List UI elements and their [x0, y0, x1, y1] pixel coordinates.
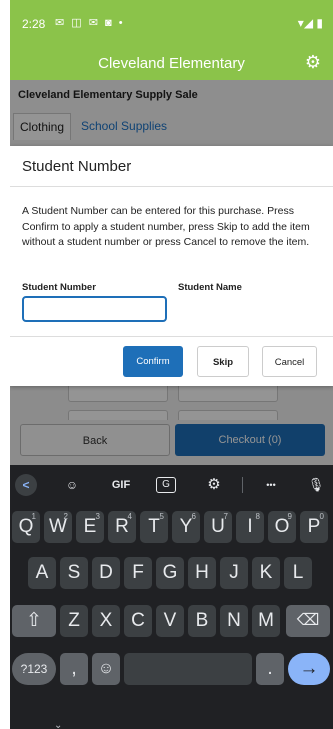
- signal-battery-icons: ▾◢ ▮: [297, 16, 323, 30]
- key-f[interactable]: F: [124, 557, 152, 589]
- phone-screen: 2:28 ✉ ◫ ✉ ◙ • ▾◢ ▮ Cleveland Elementary…: [10, 0, 333, 729]
- key-b[interactable]: B: [188, 605, 216, 637]
- key-a[interactable]: A: [28, 557, 56, 589]
- key-g[interactable]: G: [156, 557, 184, 589]
- enter-key[interactable]: →: [288, 653, 330, 685]
- divider: [10, 336, 333, 337]
- key-comma[interactable]: ,: [60, 653, 88, 685]
- key-c[interactable]: C: [124, 605, 152, 637]
- student-number-label: Student Number: [22, 282, 96, 293]
- key-x[interactable]: X: [92, 605, 120, 637]
- skip-button[interactable]: Skip: [197, 346, 249, 377]
- keyboard-toolbar: < ☺ GIF G ⚙ ••• 🎙: [10, 465, 333, 505]
- key-t[interactable]: T5: [140, 511, 168, 543]
- key-q[interactable]: Q1: [12, 511, 40, 543]
- backspace-icon[interactable]: ⌫: [286, 605, 330, 637]
- status-bar: 2:28 ✉ ◫ ✉ ◙ • ▾◢ ▮: [10, 0, 333, 46]
- translate-icon[interactable]: G: [156, 477, 176, 493]
- gear-icon[interactable]: ⚙: [203, 474, 225, 496]
- key-l[interactable]: L: [284, 557, 312, 589]
- gif-icon[interactable]: GIF: [106, 474, 136, 496]
- student-name-label: Student Name: [178, 282, 242, 293]
- dialog-message: A Student Number can be entered for this…: [22, 205, 310, 248]
- confirm-button[interactable]: Confirm: [123, 346, 183, 377]
- emoji-icon[interactable]: ☺: [92, 653, 120, 685]
- key-h[interactable]: H: [188, 557, 216, 589]
- key-e[interactable]: E3: [76, 511, 104, 543]
- key-d[interactable]: D: [92, 557, 120, 589]
- symbols-key[interactable]: ?123: [12, 653, 56, 685]
- key-w[interactable]: W2: [44, 511, 72, 543]
- key-s[interactable]: S: [60, 557, 88, 589]
- cancel-button[interactable]: Cancel: [262, 346, 317, 377]
- key-m[interactable]: M: [252, 605, 280, 637]
- chevron-left-icon[interactable]: <: [15, 474, 37, 496]
- app-title: Cleveland Elementary: [98, 55, 245, 72]
- gear-icon[interactable]: ⚙: [303, 52, 323, 72]
- app-bar: Cleveland Elementary ⚙: [10, 46, 333, 80]
- key-u[interactable]: U7: [204, 511, 232, 543]
- hide-keyboard-icon[interactable]: ⌄: [54, 720, 62, 729]
- space-bar[interactable]: [124, 653, 252, 685]
- key-z[interactable]: Z: [60, 605, 88, 637]
- toolbar-divider: [242, 477, 243, 493]
- key-r[interactable]: R4: [108, 511, 136, 543]
- key-v[interactable]: V: [156, 605, 184, 637]
- key-p[interactable]: P0: [300, 511, 328, 543]
- key-k[interactable]: K: [252, 557, 280, 589]
- microphone-icon[interactable]: 🎙: [304, 474, 328, 496]
- soft-keyboard: < ☺ GIF G ⚙ ••• 🎙 Q1 W2 E3 R4 T5 Y6 U7 I…: [10, 465, 333, 729]
- more-icon[interactable]: •••: [256, 474, 286, 496]
- dialog-title: Student Number: [22, 158, 132, 175]
- key-period[interactable]: .: [256, 653, 284, 685]
- student-number-input[interactable]: [22, 296, 167, 322]
- key-j[interactable]: J: [220, 557, 248, 589]
- divider: [10, 186, 333, 187]
- shift-icon[interactable]: ⇧: [12, 605, 56, 637]
- notification-icons: ✉ ◫ ✉ ◙ •: [55, 17, 125, 29]
- status-time: 2:28: [22, 17, 46, 31]
- student-number-dialog: Student Number A Student Number can be e…: [10, 146, 333, 386]
- key-n[interactable]: N: [220, 605, 248, 637]
- emoji-sticker-icon[interactable]: ☺: [60, 474, 84, 496]
- key-o[interactable]: O9: [268, 511, 296, 543]
- key-i[interactable]: I8: [236, 511, 264, 543]
- key-y[interactable]: Y6: [172, 511, 200, 543]
